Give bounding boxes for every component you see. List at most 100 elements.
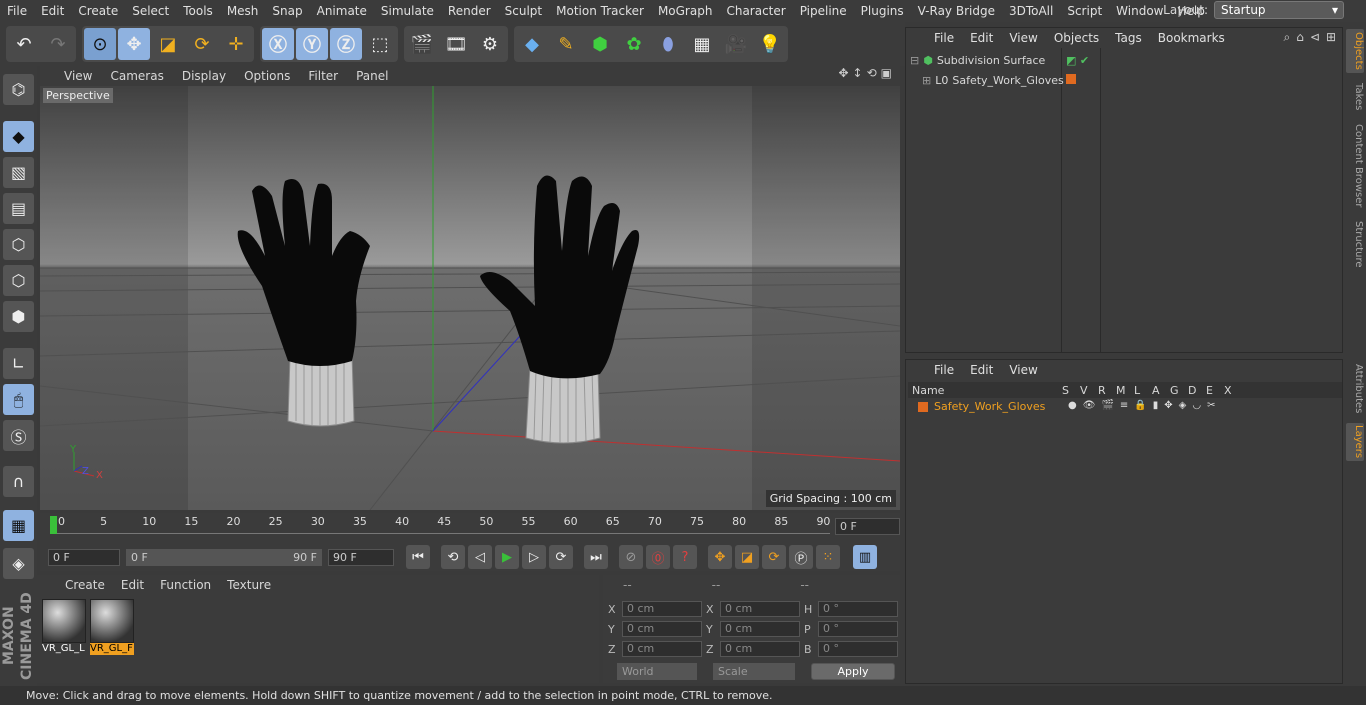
layer-col-e[interactable]: E	[1206, 384, 1224, 397]
menu-window[interactable]: Window	[1109, 0, 1170, 22]
floor-icon[interactable]: ▦	[686, 28, 718, 60]
size-z-field[interactable]: 0 cm	[720, 641, 800, 657]
tree-expand-icon[interactable]: ⊞	[922, 74, 931, 87]
layer-col-d[interactable]: D	[1188, 384, 1206, 397]
viewport-menu-panel[interactable]: Panel	[347, 69, 397, 83]
world-coordinates-icon[interactable]: ⬚	[364, 28, 396, 60]
viewport-menu-display[interactable]: Display	[173, 69, 235, 83]
menu-sculpt[interactable]: Sculpt	[498, 0, 549, 22]
expression-toggle-icon[interactable]: ◡	[1192, 400, 1201, 411]
pan-icon[interactable]: ✥	[838, 66, 848, 80]
viewport-menu-options[interactable]: Options	[235, 69, 299, 83]
layer-col-g[interactable]: G	[1170, 384, 1188, 397]
deformer-icon[interactable]: ⬮	[652, 28, 684, 60]
menu-tools[interactable]: Tools	[176, 0, 220, 22]
solo-icon[interactable]: Ⓢ	[3, 420, 34, 451]
coordinate-system-dropdown[interactable]: World	[617, 663, 697, 680]
material-menu-create[interactable]: Create	[57, 578, 113, 592]
search-icon[interactable]: ⌕	[1284, 30, 1291, 45]
size-y-field[interactable]: 0 cm	[720, 621, 800, 637]
orbit-icon[interactable]: ⟲	[867, 66, 877, 80]
layer-row[interactable]: Safety_Work_Gloves	[918, 400, 1045, 413]
layer-col-x[interactable]: X	[1224, 384, 1242, 397]
tab-attributes[interactable]: Attributes	[1346, 361, 1364, 417]
move-icon[interactable]: ✥	[118, 28, 150, 60]
position-y-field[interactable]: 0 cm	[622, 621, 702, 637]
light-icon[interactable]: 💡	[754, 28, 786, 60]
menu-plugins[interactable]: Plugins	[854, 0, 911, 22]
key-parameter-icon[interactable]: Ⓟ	[789, 545, 813, 569]
next-key-icon[interactable]: ⟳	[549, 545, 573, 569]
menu-mograph[interactable]: MoGraph	[651, 0, 720, 22]
polygons-mode-icon[interactable]: ⬢	[3, 301, 34, 332]
menu-character[interactable]: Character	[719, 0, 792, 22]
menu-pipeline[interactable]: Pipeline	[793, 0, 854, 22]
layer-menu-file[interactable]: File	[926, 363, 962, 377]
manager-toggle-icon[interactable]: ≡	[1120, 400, 1128, 411]
start-frame-field[interactable]: 0 F	[48, 548, 120, 566]
menu-motion-tracker[interactable]: Motion Tracker	[549, 0, 651, 22]
object-menu-bookmarks[interactable]: Bookmarks	[1150, 31, 1233, 45]
rotation-b-field[interactable]: 0 °	[818, 641, 898, 657]
layer-col-name[interactable]: Name	[908, 384, 1062, 397]
maximize-icon[interactable]: ▣	[881, 66, 892, 80]
menu-render[interactable]: Render	[441, 0, 498, 22]
scale-icon[interactable]: ◪	[152, 28, 184, 60]
menu-select[interactable]: Select	[125, 0, 176, 22]
viewport-menu-filter[interactable]: Filter	[299, 69, 347, 83]
viewport-menu-cameras[interactable]: Cameras	[101, 69, 172, 83]
object-row[interactable]: ⊞ L0 Safety_Work_Gloves	[922, 74, 1064, 87]
timeline-window-icon[interactable]: ▥	[853, 545, 877, 569]
home-icon[interactable]: ⌂	[1296, 30, 1304, 45]
tab-content-browser[interactable]: Content Browser	[1346, 121, 1364, 211]
render-toggle-icon[interactable]: 🎬	[1101, 400, 1113, 411]
layer-col-l[interactable]: L	[1134, 384, 1152, 397]
planar-workplane-icon[interactable]: ◈	[3, 548, 34, 579]
play-icon[interactable]: ▶	[495, 545, 519, 569]
menu-file[interactable]: File	[0, 0, 34, 22]
rotate-icon[interactable]: ⟳	[186, 28, 218, 60]
tweak-mode-icon[interactable]: 🖱	[3, 384, 34, 415]
layout-dropdown[interactable]: Startup	[1214, 1, 1344, 19]
tab-structure[interactable]: Structure	[1346, 219, 1364, 269]
tab-takes[interactable]: Takes	[1346, 79, 1364, 115]
axis-mode-icon[interactable]: ∟	[3, 348, 34, 379]
subdivision-icon[interactable]: ⬢	[584, 28, 616, 60]
object-row[interactable]: ⊟ ⬢ Subdivision Surface	[910, 54, 1045, 67]
workplane-lock-icon[interactable]: ▦	[3, 510, 34, 541]
visible-toggle-icon[interactable]: 👁	[1083, 400, 1096, 411]
menu-vray-bridge[interactable]: V-Ray Bridge	[911, 0, 1002, 22]
cube-icon[interactable]: ◆	[516, 28, 548, 60]
tree-expand-icon[interactable]: ⊟	[910, 54, 919, 67]
animation-toggle-icon[interactable]: ▮	[1153, 400, 1159, 411]
snap-icon[interactable]: ∩	[3, 466, 34, 497]
camera-icon[interactable]: 🎥	[720, 28, 752, 60]
menu-edit[interactable]: Edit	[34, 0, 71, 22]
render-view-icon[interactable]: 🎬	[406, 28, 438, 60]
position-x-field[interactable]: 0 cm	[622, 601, 702, 617]
solo-toggle-icon[interactable]: ●	[1068, 400, 1077, 411]
apply-button[interactable]: Apply	[811, 663, 895, 680]
key-pla-icon[interactable]: ⁙	[816, 545, 840, 569]
material-menu-edit[interactable]: Edit	[113, 578, 152, 592]
object-menu-objects[interactable]: Objects	[1046, 31, 1107, 45]
rotation-p-field[interactable]: 0 °	[818, 621, 898, 637]
size-x-field[interactable]: 0 cm	[720, 601, 800, 617]
timeline-ruler[interactable]: 0 5 10 15 20 25 30 35 40 45 50 55 60 65 70 75 80 85 90 0 F	[40, 513, 900, 543]
tab-layers[interactable]: Layers	[1346, 423, 1364, 461]
layer-menu-edit[interactable]: Edit	[962, 363, 1001, 377]
edges-mode-icon[interactable]: ⬡	[3, 265, 34, 296]
x-axis-lock-icon[interactable]: Ⓧ	[262, 28, 294, 60]
object-menu-file[interactable]: File	[926, 31, 962, 45]
layer-color-swatch[interactable]	[1066, 74, 1076, 84]
layer-color-swatch[interactable]	[918, 401, 928, 412]
transform-mode-dropdown[interactable]: Scale	[713, 663, 795, 680]
y-axis-lock-icon[interactable]: Ⓨ	[296, 28, 328, 60]
layer-col-a[interactable]: A	[1152, 384, 1170, 397]
mograph-cloner-icon[interactable]: ✿	[618, 28, 650, 60]
undo-icon[interactable]: ↶	[8, 28, 40, 60]
lock-toggle-icon[interactable]: 🔒	[1134, 400, 1146, 411]
rotation-h-field[interactable]: 0 °	[818, 601, 898, 617]
key-rotation-icon[interactable]: ⟳	[762, 545, 786, 569]
viewport-perspective[interactable]: Y X Z Grid Spacing : 100 cm	[40, 86, 900, 510]
